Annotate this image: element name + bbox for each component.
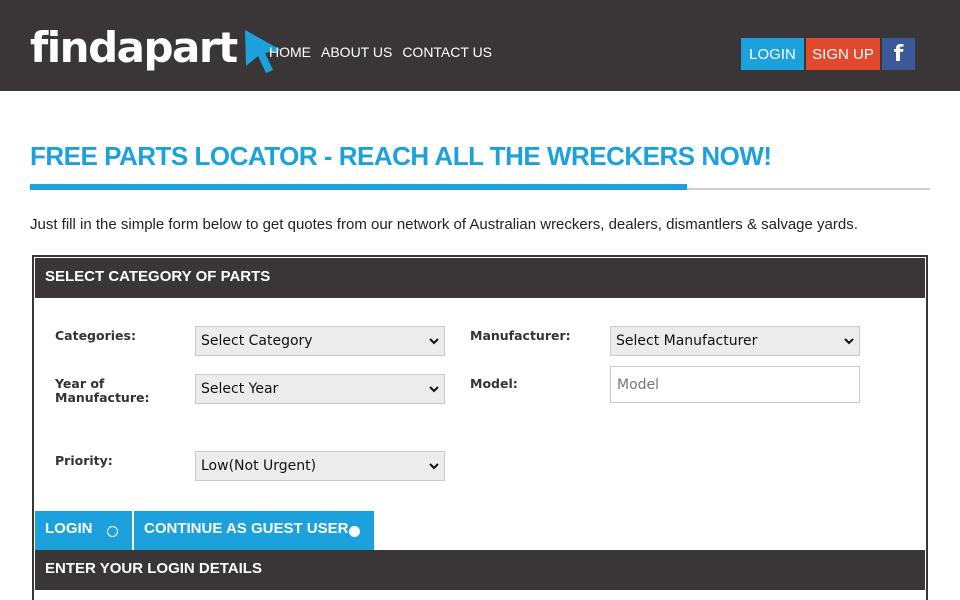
manufacturer-label: Manufacturer: bbox=[470, 328, 571, 343]
page-title: FREE PARTS LOCATOR - REACH ALL THE WRECK… bbox=[30, 141, 772, 171]
tab-guest-user-label: CONTINUE AS GUEST USER bbox=[144, 520, 349, 537]
year-select-value: Select Year bbox=[201, 381, 279, 397]
tab-guest-user[interactable]: CONTINUE AS GUEST USER bbox=[134, 511, 374, 550]
categories-label: Categories: bbox=[55, 328, 136, 343]
year-select[interactable]: Select Year bbox=[195, 374, 445, 404]
logo[interactable]: findapart bbox=[30, 22, 283, 74]
priority-select[interactable]: Low(Not Urgent) bbox=[195, 451, 445, 481]
nav-contact-us[interactable]: CONTACT US bbox=[402, 44, 492, 60]
main-nav: HOME ABOUT US CONTACT US bbox=[269, 44, 492, 60]
guest-radio[interactable] bbox=[349, 526, 360, 537]
login-radio[interactable] bbox=[107, 526, 118, 537]
intro-text: Just fill in the simple form below to ge… bbox=[30, 216, 858, 233]
category-select-value: Select Category bbox=[201, 333, 313, 349]
model-input[interactable]: Model bbox=[610, 366, 860, 403]
chevron-down-icon bbox=[844, 338, 854, 345]
manufacturer-select[interactable]: Select Manufacturer bbox=[610, 326, 860, 356]
model-label: Model: bbox=[470, 376, 518, 391]
section-heading-category: SELECT CATEGORY OF PARTS bbox=[35, 258, 925, 298]
chevron-down-icon bbox=[429, 463, 439, 470]
nav-about-us[interactable]: ABOUT US bbox=[321, 44, 392, 60]
logo-text: findapart bbox=[30, 23, 238, 72]
header-signup-button[interactable]: SIGN UP bbox=[806, 38, 880, 70]
priority-select-value: Low(Not Urgent) bbox=[201, 458, 317, 474]
year-label-line-1: Year of bbox=[55, 376, 105, 391]
section-heading-login: ENTER YOUR LOGIN DETAILS bbox=[35, 550, 925, 590]
manufacturer-select-value: Select Manufacturer bbox=[616, 333, 758, 349]
tab-login-label: LOGIN bbox=[45, 520, 93, 537]
category-select[interactable]: Select Category bbox=[195, 326, 445, 356]
facebook-icon[interactable]: f bbox=[882, 38, 915, 70]
chevron-down-icon bbox=[429, 386, 439, 393]
nav-home[interactable]: HOME bbox=[269, 44, 311, 60]
site-header: findapart HOME ABOUT US CONTACT US LOGIN… bbox=[0, 0, 960, 91]
year-label-line-2: Manufacture: bbox=[55, 390, 150, 405]
chevron-down-icon bbox=[429, 338, 439, 345]
title-underline bbox=[30, 184, 687, 190]
header-login-button[interactable]: LOGIN bbox=[741, 38, 804, 70]
priority-label: Priority: bbox=[55, 453, 113, 468]
year-label: Year of Manufacture: bbox=[55, 377, 149, 405]
